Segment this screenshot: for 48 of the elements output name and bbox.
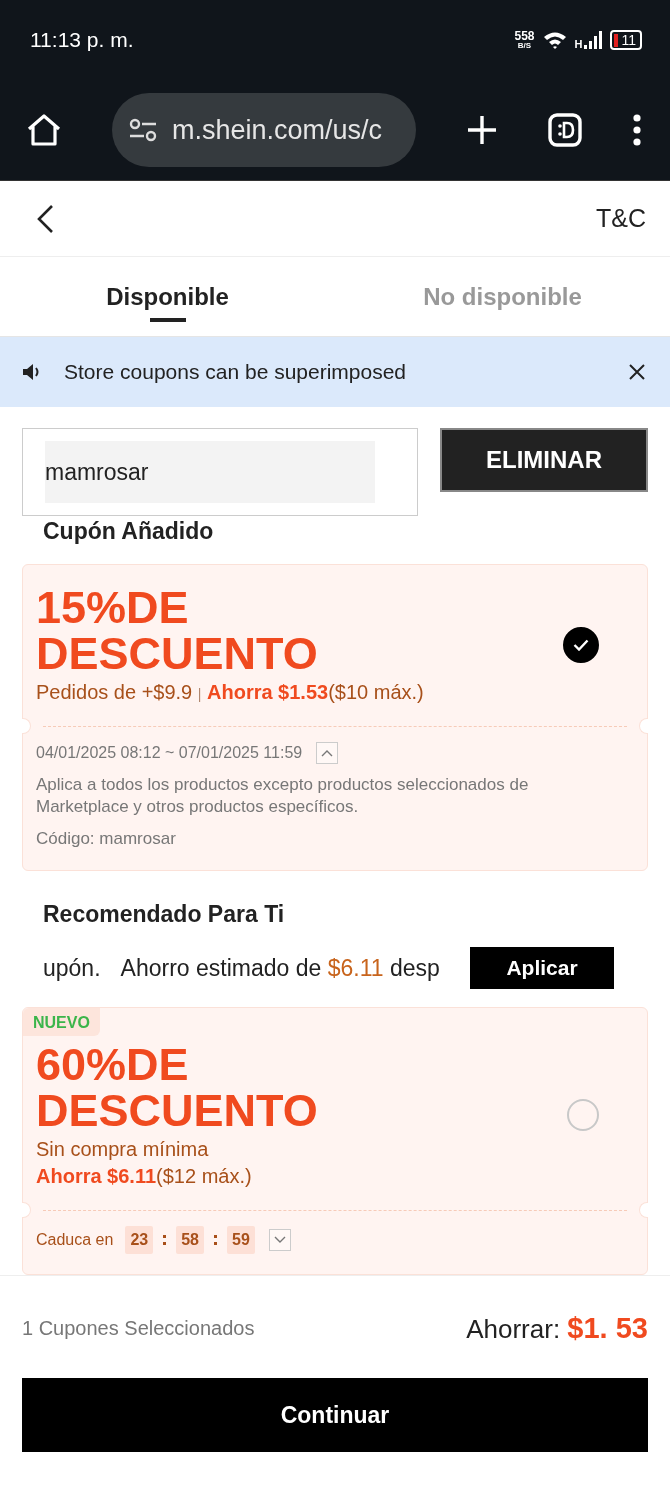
terms-link[interactable]: T&C	[596, 204, 646, 233]
chevron-icon	[273, 1236, 286, 1244]
coupon-description: Aplica a todos los productos excepto productos seleccionados de Marketplace y otros productos específicos.	[36, 774, 530, 818]
selected-count: 1 Cupones Seleccionados	[22, 1316, 255, 1340]
new-tab-icon[interactable]	[466, 114, 498, 146]
ticket-notch	[639, 718, 648, 734]
section-title: Recomendado Para Ti	[42, 900, 286, 929]
coupon-card[interactable]: NUEVO 60%DE DESCUENTO Sin compra mínima Ahorra $6.11($12 máx.) Caduca en 23 58 59	[22, 1007, 648, 1275]
total-saving: Ahorrar: $1. 53	[466, 1311, 648, 1345]
radio-button[interactable]	[567, 1099, 599, 1131]
check-icon	[573, 638, 589, 651]
discount-title: 15%DE DESCUENTO	[36, 585, 319, 677]
ticket-notch	[639, 1202, 648, 1218]
back-icon[interactable]	[36, 203, 54, 234]
validity-period: 04/01/2025 08:12 ~ 07/01/2025 11:59	[36, 744, 303, 762]
section-title: Cupón Añadido	[42, 517, 215, 546]
countdown-value: 59	[227, 1226, 255, 1254]
coupon-condition: Sin compra mínima	[36, 1138, 210, 1161]
checked-radio[interactable]	[563, 626, 599, 663]
remove-button[interactable]: ELIMINAR	[440, 428, 648, 492]
clock: 11:13 p. m.	[30, 28, 134, 52]
wifi-icon	[542, 31, 567, 49]
ticket-notch	[22, 718, 31, 734]
expiry-label: Caduca en	[36, 1231, 114, 1249]
continue-button[interactable]: Continuar	[22, 1378, 648, 1452]
address-bar[interactable]: m.shein.com/us/c	[112, 93, 416, 167]
notice-text: Store coupons can be superimposed	[64, 360, 408, 384]
countdown-value: 58	[176, 1226, 204, 1254]
coupon-code-field[interactable]: mamrosar	[22, 428, 418, 516]
battery-indicator: 11	[610, 30, 642, 50]
site-settings-icon[interactable]	[128, 118, 158, 142]
close-icon[interactable]	[628, 363, 646, 381]
home-icon[interactable]	[26, 113, 62, 147]
signal-icon	[584, 31, 603, 49]
tab-switcher-icon[interactable]	[548, 113, 582, 147]
ticket-notch	[22, 1202, 31, 1218]
coupon-saving: Ahorra $6.11($12 máx.)	[36, 1165, 253, 1188]
countdown-value: 23	[125, 1226, 154, 1254]
coupon-code: Código: mamrosar	[36, 828, 177, 850]
savings-ticker: upón. Ahorro estimado de $6.11 desp	[43, 954, 441, 982]
discount-title: 60%DE DESCUENTO	[36, 1042, 319, 1134]
more-menu-icon[interactable]	[632, 114, 642, 146]
new-badge: NUEVO	[23, 1008, 100, 1036]
apply-button[interactable]: Aplicar	[470, 947, 614, 989]
chevron-icon	[321, 749, 334, 757]
network-type: H	[574, 38, 583, 50]
coupon-terms: Pedidos de +$9.9 | Ahorra $1.53($10 máx.)	[36, 681, 424, 704]
network-speed: 558 B/S	[514, 30, 535, 50]
